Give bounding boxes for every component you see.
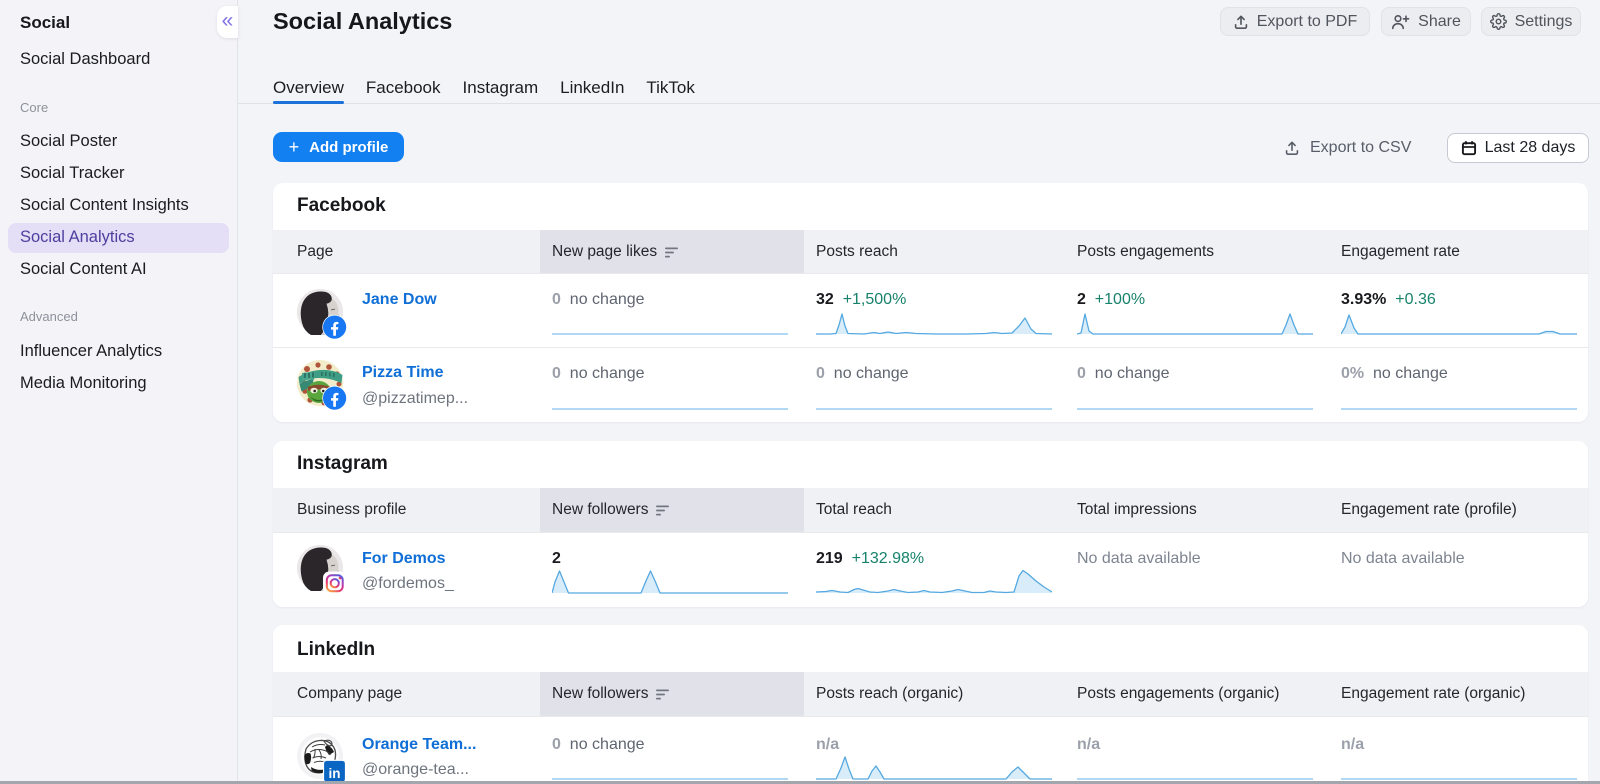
svg-text:in: in (329, 766, 341, 781)
